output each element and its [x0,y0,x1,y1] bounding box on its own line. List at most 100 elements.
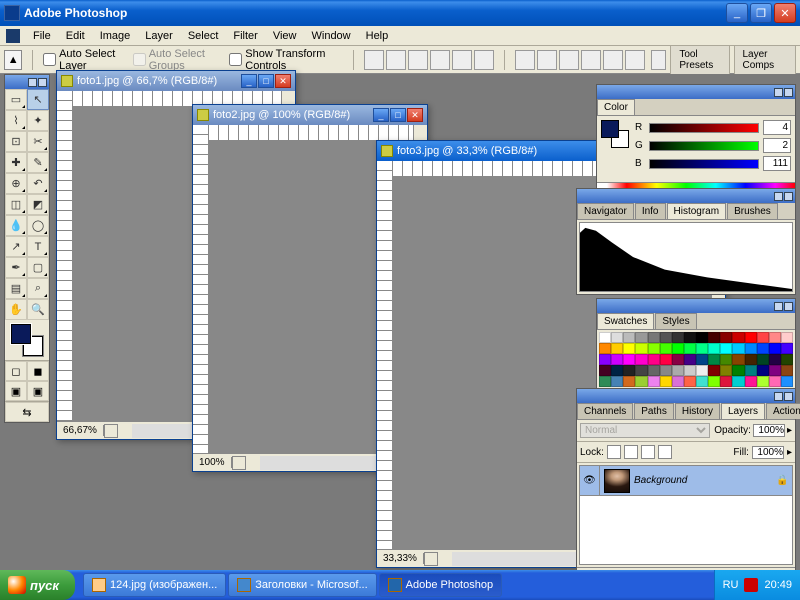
swatch-cell[interactable] [769,343,781,354]
zoom-field[interactable]: 66,67% [57,425,104,436]
layer-row[interactable]: 👁 Background 🔒 [580,466,792,496]
menu-window[interactable]: Window [306,28,357,44]
magic-wand-tool[interactable]: ✦ [27,110,49,131]
swatch-cell[interactable] [720,376,732,387]
swatch-cell[interactable] [757,332,769,343]
swatch-cell[interactable] [757,354,769,365]
r-value[interactable]: 4 [763,120,791,135]
lock-all-icon[interactable] [658,445,672,459]
swatch-cell[interactable] [684,376,696,387]
swatch-cell[interactable] [696,376,708,387]
tab-paths[interactable]: Paths [634,403,674,419]
eraser-tool[interactable]: ◫ [5,194,27,215]
swatch-cell[interactable] [660,365,672,376]
taskbar-item-active[interactable]: Adobe Photoshop [379,573,502,597]
zoom-field[interactable]: 100% [193,457,232,468]
swatch-cell[interactable] [708,354,720,365]
standard-mode-icon[interactable]: ◻ [5,361,27,381]
panel-min-icon[interactable] [774,192,783,201]
swatch-cell[interactable] [672,343,684,354]
panel-titlebar[interactable] [577,189,795,203]
swatch-cell[interactable] [611,376,623,387]
swatch-cell[interactable] [781,332,793,343]
swatch-cell[interactable] [757,376,769,387]
menu-filter[interactable]: Filter [227,28,263,44]
swatch-cell[interactable] [599,376,611,387]
path-tool[interactable]: ↗ [5,236,27,257]
taskbar-item[interactable]: 124.jpg (изображен... [83,573,226,597]
swatch-cell[interactable] [708,332,720,343]
doc-titlebar[interactable]: foto1.jpg @ 66,7% (RGB/8#) _□✕ [57,71,295,91]
tab-color[interactable]: Color [597,99,635,115]
healing-tool[interactable]: ✚ [5,152,27,173]
swatch-cell[interactable] [696,332,708,343]
fill-field[interactable] [752,446,784,459]
doc-max-button[interactable]: □ [258,74,274,88]
swatch-cell[interactable] [672,332,684,343]
lang-indicator[interactable]: RU [723,579,739,591]
align-hcenter-icon[interactable] [452,50,472,70]
swatch-cell[interactable] [648,376,660,387]
active-tool-indicator[interactable]: ▲ [4,50,22,70]
taskbar-item[interactable]: Заголовки - Microsof... [228,573,376,597]
scroll-left-icon[interactable] [424,552,438,566]
swatch-cell[interactable] [660,354,672,365]
minimize-button[interactable]: _ [726,3,748,23]
auto-select-layer-checkbox[interactable]: Auto Select Layer [43,48,127,72]
swatch-cell[interactable] [648,354,660,365]
swatch-cell[interactable] [623,343,635,354]
swatch-cell[interactable] [745,376,757,387]
swatch-cell[interactable] [611,365,623,376]
slice-tool[interactable]: ✂ [27,131,49,152]
swatch-cell[interactable] [732,332,744,343]
tab-histogram[interactable]: Histogram [667,203,727,219]
distribute-icon[interactable] [537,50,557,70]
swatch-cell[interactable] [648,343,660,354]
close-button[interactable]: ✕ [774,3,796,23]
auto-select-groups-checkbox[interactable]: Auto Select Groups [133,48,224,72]
zoom-field[interactable]: 33,33% [377,553,424,564]
swatch-cell[interactable] [684,354,696,365]
swatch-cell[interactable] [696,354,708,365]
scroll-left-icon[interactable] [104,424,118,438]
panel-min-icon[interactable] [774,392,783,401]
notes-tool[interactable]: ▤ [5,278,27,299]
swatch-cell[interactable] [611,354,623,365]
g-slider[interactable] [649,141,759,151]
tab-layers[interactable]: Layers [721,403,765,419]
distribute-icon[interactable] [625,50,645,70]
swatch-cell[interactable] [623,354,635,365]
imageready-icon[interactable]: ⇆ [5,402,49,422]
swatch-cell[interactable] [732,354,744,365]
swatch-cell[interactable] [696,343,708,354]
scrollbar-horizontal[interactable] [260,456,385,470]
swatch-cell[interactable] [781,365,793,376]
swatch-cell[interactable] [732,365,744,376]
b-slider[interactable] [649,159,759,169]
doc-close-button[interactable]: ✕ [275,74,291,88]
swatch-cell[interactable] [732,376,744,387]
swatch-cell[interactable] [720,354,732,365]
swatch-cell[interactable] [660,343,672,354]
scroll-left-icon[interactable] [232,456,246,470]
r-slider[interactable] [649,123,759,133]
maximize-button[interactable]: ❐ [750,3,772,23]
align-vcenter-icon[interactable] [386,50,406,70]
g-value[interactable]: 2 [763,138,791,153]
distribute-icon[interactable] [603,50,623,70]
type-tool[interactable]: T [27,236,49,257]
swatch-cell[interactable] [672,354,684,365]
stamp-tool[interactable]: ⊕ [5,173,27,194]
pen-tool[interactable]: ✒ [5,257,27,278]
align-top-icon[interactable] [364,50,384,70]
swatch-cell[interactable] [599,354,611,365]
swatch-cell[interactable] [635,354,647,365]
panel-titlebar[interactable] [597,299,795,313]
layer-comps-tab[interactable]: Layer Comps [734,45,797,75]
swatch-cell[interactable] [623,365,635,376]
tab-history[interactable]: History [675,403,720,419]
system-tray[interactable]: RU 20:49 [714,570,800,600]
doc-max-button[interactable]: □ [390,108,406,122]
start-button[interactable]: пуск [0,570,75,600]
swatch-cell[interactable] [599,332,611,343]
